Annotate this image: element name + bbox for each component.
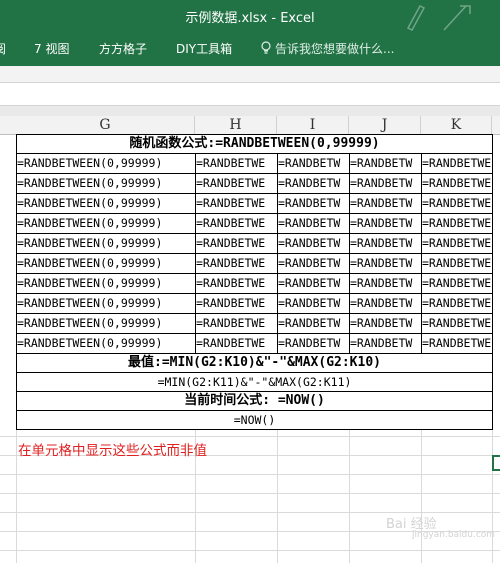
cell-k4[interactable]: =RANDBETWE (420, 193, 494, 214)
column-header-i[interactable]: I (277, 116, 349, 134)
cell-k7[interactable]: =RANDBETWE (420, 253, 494, 274)
column-header-k[interactable]: K (421, 116, 492, 134)
cell-j7[interactable]: =RANDBETW (349, 253, 422, 274)
decorative-tool-icon (443, 5, 471, 31)
ribbon-tabs: 阅 7 视图 方方格子 DIY工具箱 告诉我您想要做什么... (0, 32, 500, 66)
cell-h8[interactable]: =RANDBETWE (195, 273, 278, 294)
cell-k9[interactable]: =RANDBETWE (420, 293, 494, 314)
cell-j9[interactable]: =RANDBETW (349, 293, 422, 314)
now-header[interactable]: 当前时间公式: =NOW() (15, 391, 494, 411)
minmax-formula-cell[interactable]: =MIN(G2:K11)&"-"&MAX(G2:K11) (15, 372, 494, 392)
cell-k8[interactable]: =RANDBETWE (420, 273, 494, 294)
cell-h9[interactable]: =RANDBETWE (195, 293, 278, 314)
cell-h5[interactable]: =RANDBETWE (195, 213, 278, 234)
cell-h7[interactable]: =RANDBETWE (195, 253, 278, 274)
cell-i11[interactable]: =RANDBETW (277, 333, 350, 354)
cell-k10[interactable]: =RANDBETWE (420, 313, 494, 334)
random-formula-header[interactable]: 随机函数公式:=RANDBETWEEN(0,99999) (15, 134, 494, 154)
cell-i8[interactable]: =RANDBETW (277, 273, 350, 294)
decorative-pencil-icon (406, 5, 426, 31)
cell-k6[interactable]: =RANDBETWE (420, 233, 494, 254)
cell-k2[interactable]: =RANDBETWE (420, 153, 494, 174)
lightbulb-icon (261, 41, 271, 54)
watermark-sub: jingyan.baidu.com (412, 530, 496, 540)
cell-j4[interactable]: =RANDBETW (349, 193, 422, 214)
cell-h10[interactable]: =RANDBETWE (195, 313, 278, 334)
cell-g4[interactable]: =RANDBETWEEN(0,99999) (16, 193, 196, 214)
cell-i3[interactable]: =RANDBETW (277, 173, 350, 194)
tab-review[interactable]: 阅 (0, 40, 6, 57)
cell-i7[interactable]: =RANDBETW (277, 253, 350, 274)
cell-k3[interactable]: =RANDBETWE (420, 173, 494, 194)
cell-i10[interactable]: =RANDBETW (277, 313, 350, 334)
cell-h6[interactable]: =RANDBETWE (195, 233, 278, 254)
cell-i5[interactable]: =RANDBETW (277, 213, 350, 234)
cell-j2[interactable]: =RANDBETW (349, 153, 422, 174)
baidu-watermark: Bai 经验 jingyan.baidu.com (386, 513, 495, 540)
now-formula-cell[interactable]: =NOW() (15, 410, 494, 430)
cell-j8[interactable]: =RANDBETW (349, 273, 422, 294)
cell-h2[interactable]: =RANDBETWE (195, 153, 278, 174)
selected-cell-marker (492, 455, 500, 471)
annotation-note: 在单元格中显示这些公式而非值 (18, 443, 207, 459)
cell-i2[interactable]: =RANDBETW (277, 153, 350, 174)
cell-g3[interactable]: =RANDBETWEEN(0,99999) (16, 173, 196, 194)
formula-bar[interactable] (0, 83, 500, 106)
cell-j6[interactable]: =RANDBETW (349, 233, 422, 254)
cell-i9[interactable]: =RANDBETW (277, 293, 350, 314)
cell-g7[interactable]: =RANDBETWEEN(0,99999) (16, 253, 196, 274)
cell-g9[interactable]: =RANDBETWEEN(0,99999) (16, 293, 196, 314)
cell-i6[interactable]: =RANDBETW (277, 233, 350, 254)
cell-k11[interactable]: =RANDBETWE (420, 333, 494, 354)
cell-i4[interactable]: =RANDBETW (277, 193, 350, 214)
tab-fangfang-gezi[interactable]: 方方格子 (99, 40, 147, 57)
column-header-g[interactable]: G (16, 116, 195, 134)
column-header-j[interactable]: J (349, 116, 421, 134)
tab-view[interactable]: 7 视图 (34, 40, 69, 57)
tell-me-text: 告诉我您想要做什么... (275, 42, 395, 56)
tab-diy-toolbox[interactable]: DIY工具箱 (176, 40, 232, 57)
cell-k5[interactable]: =RANDBETWE (420, 213, 494, 234)
cell-g8[interactable]: =RANDBETWEEN(0,99999) (16, 273, 196, 294)
cell-g5[interactable]: =RANDBETWEEN(0,99999) (16, 213, 196, 234)
cell-g10[interactable]: =RANDBETWEEN(0,99999) (16, 313, 196, 334)
cell-j3[interactable]: =RANDBETW (349, 173, 422, 194)
minmax-header[interactable]: 最值:=MIN(G2:K10)&"-"&MAX(G2:K10) (15, 353, 494, 373)
cell-j10[interactable]: =RANDBETW (349, 313, 422, 334)
formula-table: 随机函数公式:=RANDBETWEEN(0,99999) =RANDBETWEE… (15, 134, 494, 430)
title-bar: 示例数据.xlsx - Excel (0, 0, 500, 32)
cell-g6[interactable]: =RANDBETWEEN(0,99999) (16, 233, 196, 254)
ribbon-body (0, 66, 500, 83)
cell-j5[interactable]: =RANDBETW (349, 213, 422, 234)
cell-h4[interactable]: =RANDBETWE (195, 193, 278, 214)
cell-h3[interactable]: =RANDBETWE (195, 173, 278, 194)
tell-me-search[interactable]: 告诉我您想要做什么... (260, 40, 394, 57)
cell-g2[interactable]: =RANDBETWEEN(0,99999) (16, 153, 196, 174)
cell-g11[interactable]: =RANDBETWEEN(0,99999) (16, 333, 196, 354)
column-header-h[interactable]: H (195, 116, 277, 134)
cell-h11[interactable]: =RANDBETWE (195, 333, 278, 354)
column-headers: G H I J K (0, 116, 500, 135)
cell-j11[interactable]: =RANDBETW (349, 333, 422, 354)
